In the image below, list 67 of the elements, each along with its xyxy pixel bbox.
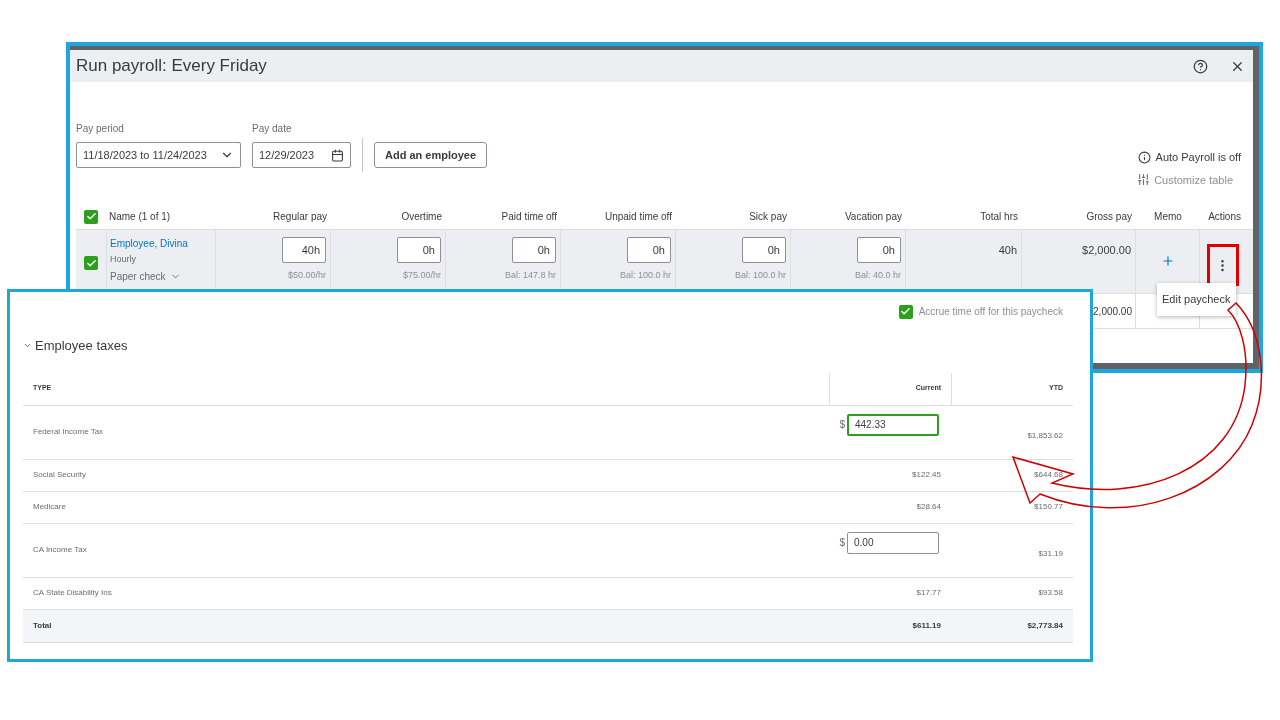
accrue-checkbox[interactable]: [898, 304, 913, 319]
hours-input[interactable]: 0h: [397, 237, 441, 263]
auto-payroll-status: Auto Payroll is off: [1155, 150, 1241, 165]
rate-note: Bal: 147.8 hr: [504, 269, 556, 282]
amount-input[interactable]: 0.00: [847, 531, 939, 554]
add-memo-icon[interactable]: [1160, 254, 1175, 268]
column-header: Gross pay: [1085, 210, 1133, 224]
section-toggle[interactable]: Employee taxes: [23, 336, 128, 356]
hours-input[interactable]: 0h: [627, 237, 671, 263]
tax-type: Medicare: [32, 501, 67, 513]
column-header: Sick pay: [748, 210, 788, 224]
rate-note: Bal: 100.0 hr: [734, 269, 786, 282]
column-header: Name (1 of 1): [108, 210, 172, 224]
column-header: Actions: [1207, 210, 1242, 224]
hours-input[interactable]: 0h: [742, 237, 786, 263]
rate-note: Bal: 100.0 hr: [619, 269, 671, 282]
help-icon[interactable]: [1193, 58, 1208, 74]
row-checkbox[interactable]: [84, 256, 98, 270]
pay-type: Hourly: [110, 253, 137, 266]
current-amount: $122.45: [912, 469, 942, 481]
column-header: Overtime: [400, 210, 443, 224]
column-header: Unpaid time off: [603, 210, 673, 224]
amount-input[interactable]: 442.33: [847, 413, 939, 436]
table-cell-text: $2,000.00: [1082, 243, 1131, 258]
hours-input[interactable]: 0h: [857, 237, 901, 263]
column-header: Total hrs: [979, 210, 1019, 224]
sliders-icon: [1137, 173, 1151, 187]
ytd-amount: $1,853.62: [1027, 430, 1064, 442]
calendar-icon: [331, 148, 344, 162]
total-label: Total: [32, 619, 53, 632]
ytd-amount: $31.19: [1038, 548, 1064, 560]
menu-item[interactable]: Edit paycheck: [1157, 291, 1236, 308]
tax-type: Social Security: [32, 469, 87, 481]
total-gross-pay: 2,000.00: [1093, 304, 1132, 319]
current-amount: $17.77: [916, 587, 942, 599]
rate-note: $50.00/hr: [287, 269, 326, 282]
rate-note: $75.00/hr: [402, 269, 441, 282]
total-ytd: $2,773.84: [1027, 619, 1064, 632]
ytd-amount: $150.77: [1034, 501, 1064, 513]
tax-type: CA State Disability Ins: [32, 587, 113, 599]
ytd-amount: $644.68: [1034, 469, 1064, 481]
rate-note: Bal: 40.0 hr: [854, 269, 901, 282]
pay-period-dropdown[interactable]: 11/18/2023 to 11/24/2023: [76, 142, 241, 168]
field-label: Pay date: [252, 122, 293, 136]
column-header: Regular pay: [272, 210, 328, 224]
field-label: Pay period: [76, 122, 125, 136]
hours-input[interactable]: 0h: [512, 237, 556, 263]
window-title: Run payroll: Every Friday: [76, 55, 268, 78]
select-all-checkbox[interactable]: [84, 209, 98, 224]
checkbox-label: Accrue time off for this paycheck: [918, 305, 1063, 319]
tax-type: Federal Income Tax: [32, 426, 105, 438]
info-icon: [1137, 150, 1151, 164]
tax-type: CA Income Tax: [32, 544, 88, 556]
column-header: Paid time off: [500, 210, 558, 224]
ytd-amount: $93.58: [1038, 587, 1064, 599]
column-header: Vacation pay: [843, 210, 903, 224]
table-cell-text: 40h: [998, 243, 1017, 258]
column-header: Memo: [1153, 210, 1183, 224]
hours-input[interactable]: 40h: [282, 237, 326, 263]
payment-method-dropdown[interactable]: Paper check: [110, 268, 212, 284]
current-amount: $28.64: [916, 501, 942, 513]
total-current: $611.19: [912, 619, 942, 632]
currency-symbol: $: [839, 417, 845, 432]
employee-name-link[interactable]: Employee, Divina: [110, 236, 212, 251]
add-employee-button[interactable]: Add an employee: [374, 142, 488, 168]
pay-date-field[interactable]: 12/29/2023: [252, 142, 351, 168]
currency-symbol: $: [839, 535, 845, 550]
